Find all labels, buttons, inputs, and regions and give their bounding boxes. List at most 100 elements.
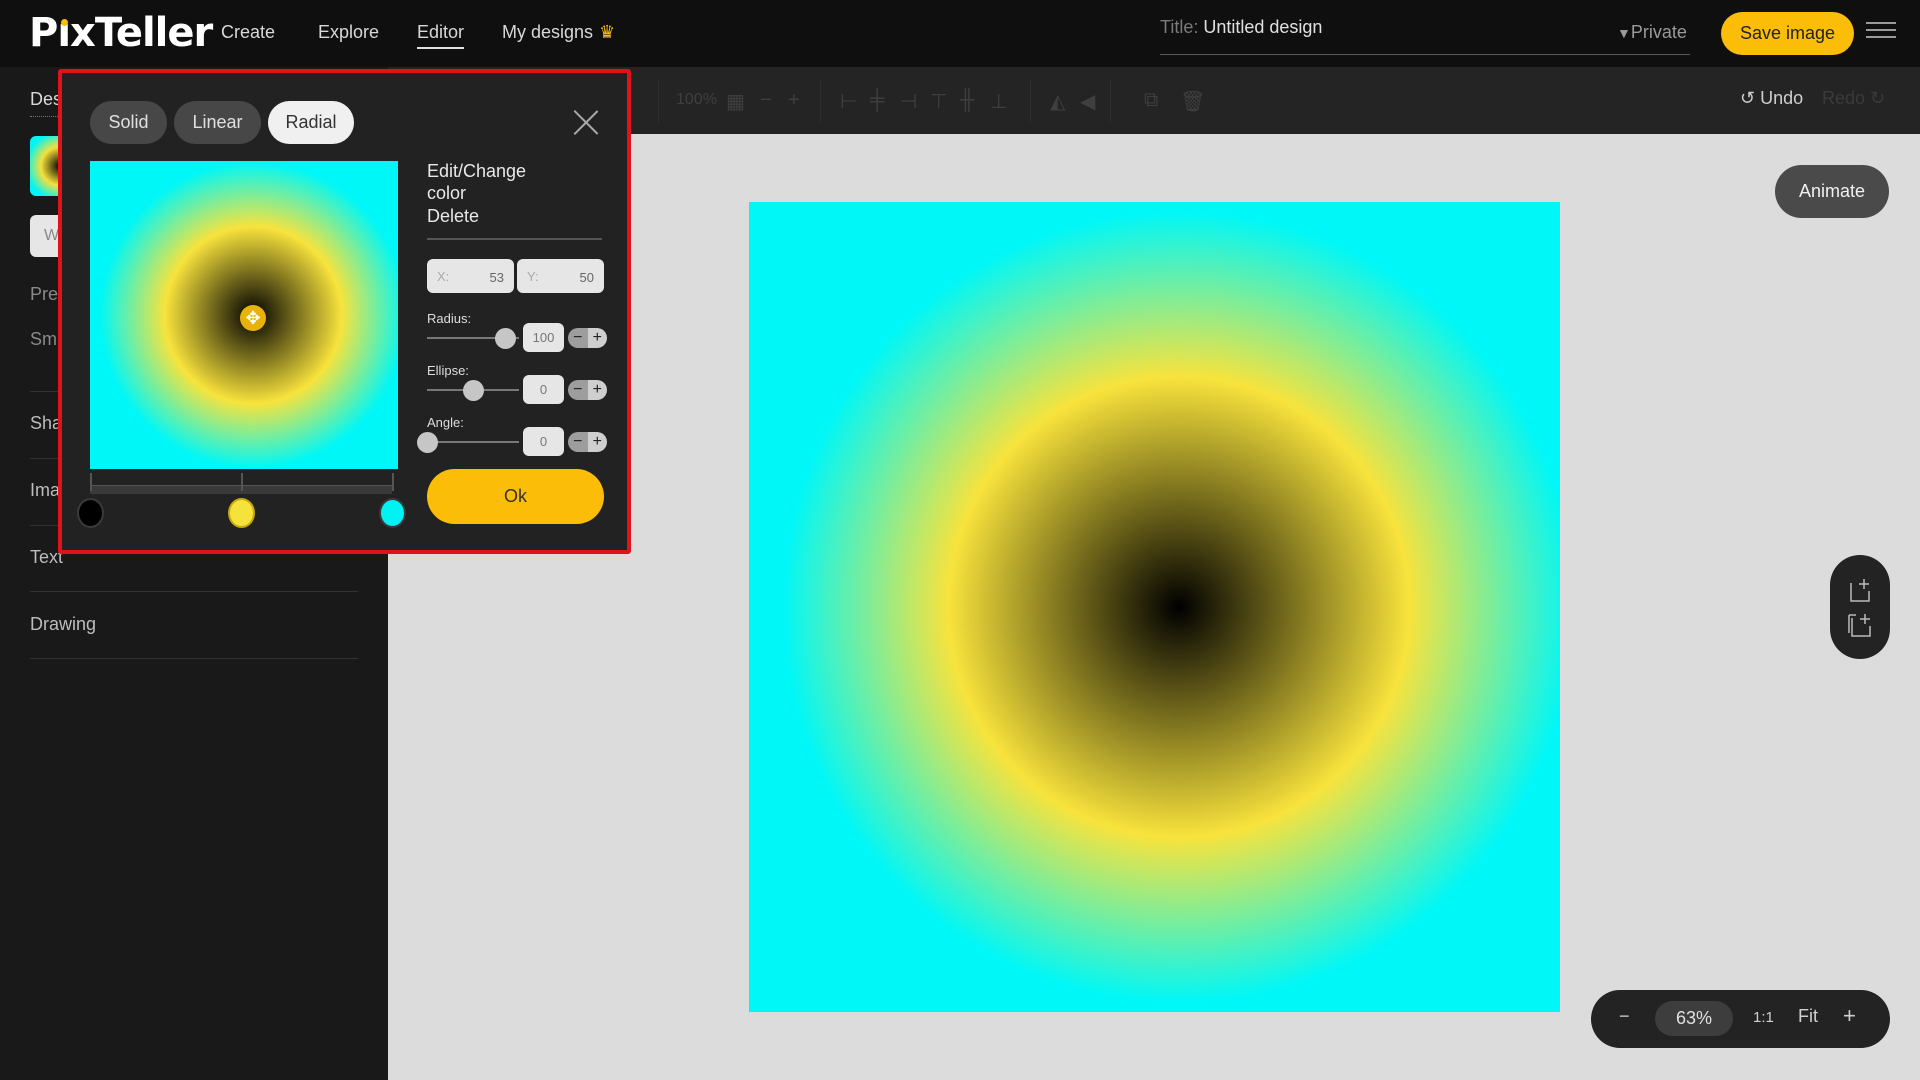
sidebar-label-smart: Sm [30,329,57,349]
align-center-icon[interactable]: ╪ [870,89,884,112]
ellipse-slider-thumb[interactable] [463,380,484,401]
zoom-percent[interactable]: 63% [1655,1001,1733,1036]
redo-button[interactable]: Redo ↻ [1822,88,1885,109]
close-icon[interactable] [573,109,599,135]
color-stop-tick [90,473,92,491]
page-tools [1830,555,1890,659]
toolbar-divider [658,79,659,123]
radius-stepper: − + [568,328,607,348]
save-image-button[interactable]: Save image [1721,12,1854,55]
pixteller-logo[interactable]: PıxTeller [29,10,213,56]
add-page-icon[interactable] [1846,577,1874,605]
duplicate-layer-icon[interactable]: ⧉ [1144,89,1158,112]
gradient-editor-popup: Solid Linear Radial ✥ Edit/Change color … [58,69,631,554]
animate-button[interactable]: Animate [1775,165,1889,218]
color-stop-handle[interactable] [379,498,406,528]
ok-button[interactable]: Ok [427,469,604,524]
flip-vertical-icon[interactable]: ◀ [1080,89,1095,114]
redo-label: Redo [1822,88,1866,108]
zoom-in-button[interactable]: + [1843,1003,1856,1029]
transparency-icon[interactable]: ▦ [726,89,745,114]
caret-down-icon: ▼ [1617,25,1631,41]
sidebar-item-images[interactable]: Ima [30,480,60,501]
color-stop-handle[interactable] [228,498,255,528]
privacy-label: Private [1630,22,1687,42]
zoom-fit-button[interactable]: Fit [1798,1006,1818,1027]
tab-solid[interactable]: Solid [90,101,167,144]
privacy-dropdown[interactable]: ▼Private [1617,22,1687,43]
center-x-field[interactable]: X: 53 [427,259,514,293]
radius-increment[interactable]: + [587,328,607,348]
divider [30,658,358,659]
zoom-out-icon[interactable]: − [760,89,772,112]
title-label: Title: [1160,17,1199,37]
angle-increment[interactable]: + [587,432,607,452]
radius-slider[interactable] [427,328,519,349]
align-top-icon[interactable]: ⊤ [930,89,947,114]
nav-explore[interactable]: Explore [318,22,379,43]
y-value[interactable]: 50 [580,270,594,285]
gradient-preview[interactable]: ✥ [90,161,398,469]
delete-layer-icon[interactable]: 🗑 [1180,89,1205,114]
align-bottom-icon[interactable]: ⊥ [990,89,1007,114]
ellipse-stepper: − + [568,380,607,400]
crown-icon: ♛ [599,22,616,42]
align-right-icon[interactable]: ⊣ [900,89,917,114]
color-stop-tick [392,473,394,491]
radius-label: Radius: [427,311,472,326]
top-header: PıxTeller Create Explore Editor My desig… [0,0,1920,67]
undo-icon: ↺ [1740,88,1756,108]
radius-decrement[interactable]: − [568,328,588,348]
angle-slider[interactable] [417,432,519,453]
x-label: X: [437,269,450,284]
nav-create[interactable]: Create [221,22,275,43]
y-label: Y: [527,269,539,284]
sidebar-item-drawing[interactable]: Drawing [30,614,96,635]
tab-linear[interactable]: Linear [174,101,261,144]
undo-label: Undo [1760,88,1804,108]
align-middle-icon[interactable]: ╫ [960,89,974,112]
ellipse-label: Ellipse: [427,363,469,378]
ellipse-slider[interactable] [427,380,519,401]
radius-value[interactable]: 100 [523,323,564,352]
ellipse-increment[interactable]: + [587,380,607,400]
color-stop-handle[interactable] [77,498,104,528]
toolbar-divider [1030,79,1031,123]
flip-horizontal-icon[interactable]: ◭ [1050,89,1065,114]
duplicate-page-icon[interactable] [1846,611,1874,639]
divider [30,591,358,592]
angle-decrement[interactable]: − [568,432,588,452]
undo-button[interactable]: ↺ Undo [1740,88,1803,109]
center-y-field[interactable]: Y: 50 [517,259,604,293]
toolbar-divider [820,79,821,123]
divider [427,238,602,240]
delete-stop-link[interactable]: Delete [427,205,479,227]
zoom-in-icon[interactable]: + [788,89,800,112]
nav-my-designs[interactable]: My designs ♛ [502,22,615,43]
align-left-icon[interactable]: ⊢ [840,89,857,114]
zoom-out-button[interactable]: − [1619,1006,1630,1027]
hamburger-menu-icon[interactable] [1866,22,1896,44]
angle-value[interactable]: 0 [523,427,564,456]
layer-zoom-readout: 100% [676,91,717,108]
sidebar-label-presets: Pre [30,284,59,304]
zoom-one-to-one-button[interactable]: 1:1 [1753,1009,1774,1026]
angle-stepper: − + [568,432,607,452]
title-input[interactable]: Untitled design [1203,17,1322,37]
angle-slider-thumb[interactable] [417,432,438,453]
move-center-handle-icon[interactable]: ✥ [240,305,266,331]
tab-radial[interactable]: Radial [268,101,354,144]
zoom-controls: − 63% 1:1 Fit + [1591,990,1890,1048]
toolbar-divider [1110,79,1111,123]
nav-my-designs-label: My designs [502,22,594,42]
color-stop-tick [241,473,243,491]
ellipse-value[interactable]: 0 [523,375,564,404]
nav-editor[interactable]: Editor [417,22,465,49]
ellipse-decrement[interactable]: − [568,380,588,400]
edit-change-color-link[interactable]: Edit/Change color [427,160,557,204]
radius-slider-thumb[interactable] [495,328,517,349]
redo-icon: ↻ [1870,88,1886,108]
title-field[interactable]: Title: Untitled design [1160,17,1690,55]
x-value[interactable]: 53 [490,270,504,285]
design-canvas[interactable] [749,202,1560,1012]
